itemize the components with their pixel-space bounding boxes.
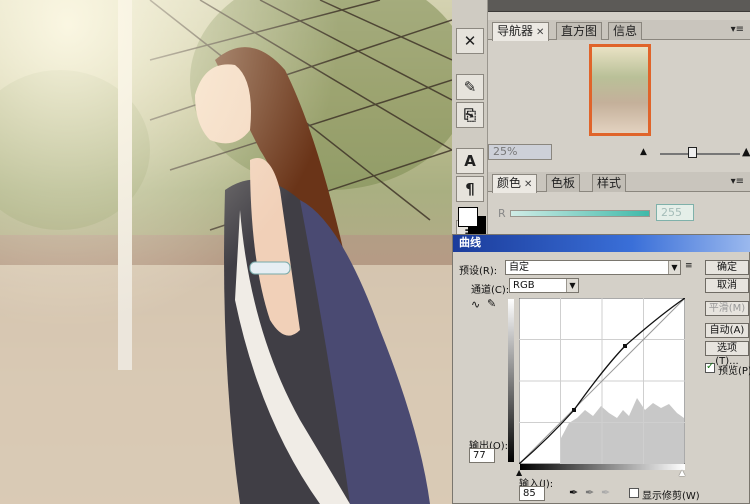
panel-menu-icon[interactable]: ▾≡ [731,176,744,187]
brush-preset-icon[interactable]: ✎ [456,74,484,100]
ok-button[interactable]: 确定 [705,260,749,275]
gray-eyedropper-icon[interactable]: ✒ [585,486,594,499]
preview-label: 预览(P) [718,366,750,377]
options-button[interactable]: 选项(T)... [705,341,749,367]
tab-color[interactable]: 颜色 ✕ [492,174,538,193]
curve-graph[interactable] [519,298,685,464]
channel-r-slider[interactable] [510,210,650,217]
channel-value: RGB [513,280,535,291]
navigator-panel: 导航器 ✕ 直方图 信息 ▾≡ 25% ▲ ▲ [488,20,750,165]
character-icon[interactable]: A [456,148,484,174]
preset-options-icon[interactable]: ≡ [685,261,693,271]
input-gradient-bar [520,464,685,470]
color-panel: 颜色 ✕ 色板 样式 ▾≡ [488,172,750,234]
preset-value: 自定 [509,262,529,273]
white-point-slider-icon[interactable]: ▲ [679,468,685,477]
tab-swatches[interactable]: 色板 [546,174,581,192]
show-clipping-checkbox[interactable] [629,488,639,498]
zoom-slider-track[interactable] [660,153,740,155]
curve-point[interactable] [572,408,576,412]
preset-select[interactable]: 自定 ▼ [505,260,681,275]
white-eyedropper-icon[interactable]: ✒ [601,486,610,499]
chevron-down-icon: ▼ [668,261,680,274]
tab-label: 导航器 [497,24,534,38]
chevron-down-icon: ▼ [566,279,578,292]
tab-label: 样式 [597,176,622,190]
tab-navigator[interactable]: 导航器 ✕ [492,22,550,41]
navigator-thumbnail[interactable] [589,44,651,136]
zoom-slider-handle[interactable] [688,147,697,158]
black-eyedropper-icon[interactable]: ✒ [569,486,578,499]
zoom-field[interactable]: 25% [488,144,552,160]
clone-source-icon[interactable]: ⎘ [456,102,484,128]
tools-icon[interactable]: ✕ [456,28,484,54]
preset-label: 预设(R): [459,266,498,277]
tab-histogram[interactable]: 直方图 [556,22,603,40]
channel-select[interactable]: RGB ▼ [509,278,579,293]
auto-button[interactable]: 自动(A) [705,323,749,338]
output-field[interactable]: 77 [469,448,495,463]
panel-dock-bar: ◀◀ [452,0,750,12]
curve-points-tool-icon[interactable]: ∿ [471,298,480,311]
channel-r-label: R [498,207,506,220]
zoom-in-icon[interactable]: ▲ [742,145,750,158]
channel-label: 通道(C): [471,285,510,296]
preview-checkbox[interactable] [705,361,715,373]
channel-r-value[interactable]: 255 [656,204,694,221]
close-icon[interactable]: ✕ [524,179,532,190]
paragraph-icon[interactable]: ¶ [456,176,484,202]
zoom-out-icon[interactable]: ▲ [640,147,647,157]
color-tabs: 颜色 ✕ 色板 样式 ▾≡ [488,172,750,193]
output-gradient-bar [508,299,514,462]
tab-info[interactable]: 信息 [608,22,643,40]
tab-label: 直方图 [561,24,598,38]
tab-styles[interactable]: 样式 [592,174,627,192]
photo-illustration [0,0,452,504]
panel-menu-icon[interactable]: ▾≡ [731,24,744,35]
curves-dialog: 曲线 预设(R): 自定 ▼ ≡ 通道(C): RGB ▼ ∿ ✎ 确定 取消 … [452,234,750,504]
dialog-title[interactable]: 曲线 [453,235,750,252]
curve-point[interactable] [623,344,627,348]
show-clipping-label: 显示修剪(W) [642,491,700,502]
navigator-tabs: 导航器 ✕ 直方图 信息 ▾≡ [488,20,750,41]
input-field[interactable]: 85 [519,486,545,501]
pencil-tool-icon[interactable]: ✎ [487,297,496,310]
tab-label: 颜色 [497,176,522,190]
tab-label: 色板 [551,176,576,190]
tab-label: 信息 [613,24,638,38]
smooth-button[interactable]: 平滑(M) [705,301,749,316]
close-icon[interactable]: ✕ [536,27,544,38]
foreground-color-swatch[interactable] [458,207,478,227]
cancel-button[interactable]: 取消 [705,278,749,293]
photo-canvas[interactable] [0,0,452,504]
